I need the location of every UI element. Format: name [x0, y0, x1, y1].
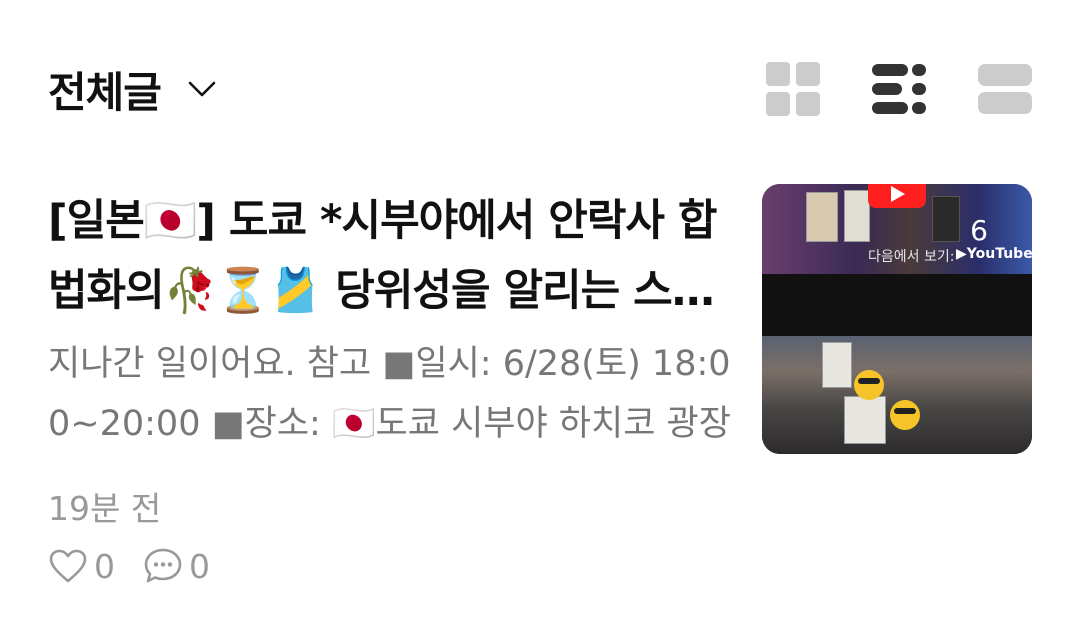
- heart-icon: [49, 549, 87, 583]
- comment-count: 0: [189, 546, 210, 586]
- header: 전체글: [48, 58, 1032, 120]
- sunglasses-emoji-icon: [854, 370, 884, 400]
- post-thumbnail[interactable]: 6 다음에서 보기: ▶YouTube: [762, 184, 1032, 454]
- thumbnail-count: 6: [970, 214, 988, 247]
- protest-sign-image: [932, 196, 960, 242]
- comment-button[interactable]: 0: [143, 547, 210, 586]
- sunglasses-emoji-icon: [890, 400, 920, 430]
- thumbnail-letterbox: [762, 274, 1032, 336]
- card-view-icon[interactable]: [978, 62, 1032, 116]
- protest-sign-image: [844, 396, 886, 444]
- protest-sign-image: [844, 190, 870, 242]
- list-view-icon[interactable]: [872, 62, 926, 116]
- category-filter-label: 전체글: [48, 67, 162, 117]
- view-mode-toggles: [766, 58, 1032, 120]
- post-timestamp: 19분 전: [48, 489, 162, 528]
- page: 전체글 [일본🇯🇵] 도쿄 *시부야에서 안락사 합법화의🥀⏳🎽 당위성을 알리…: [0, 0, 1080, 640]
- comment-icon: [144, 548, 182, 583]
- thumbnail-crowd-image: [762, 336, 1032, 454]
- like-button[interactable]: 0: [48, 547, 115, 586]
- like-count: 0: [94, 546, 115, 586]
- post-title[interactable]: [일본🇯🇵] 도쿄 *시부야에서 안락사 합법화의🥀⏳🎽 당위성을 알리는 스탠…: [48, 186, 738, 326]
- protest-sign-image: [822, 342, 852, 388]
- youtube-logo-label: ▶YouTube: [956, 246, 1032, 262]
- chevron-down-icon: [188, 81, 216, 97]
- grid-view-icon[interactable]: [766, 62, 820, 116]
- post-stats: 0 0: [48, 544, 238, 588]
- protest-sign-image: [806, 192, 838, 242]
- youtube-play-icon: [868, 184, 926, 208]
- post-item[interactable]: [일본🇯🇵] 도쿄 *시부야에서 안락사 합법화의🥀⏳🎽 당위성을 알리는 스탠…: [48, 184, 1032, 606]
- category-filter-dropdown[interactable]: 전체글: [48, 58, 217, 120]
- thumbnail-video-frame: 6 다음에서 보기: ▶YouTube: [762, 184, 1032, 274]
- watch-on-label: 다음에서 보기:: [868, 249, 955, 265]
- post-excerpt: 지나간 일이어요. 참고 ■일시: 6/28(토) 18:00~20:00 ■장…: [48, 344, 731, 444]
